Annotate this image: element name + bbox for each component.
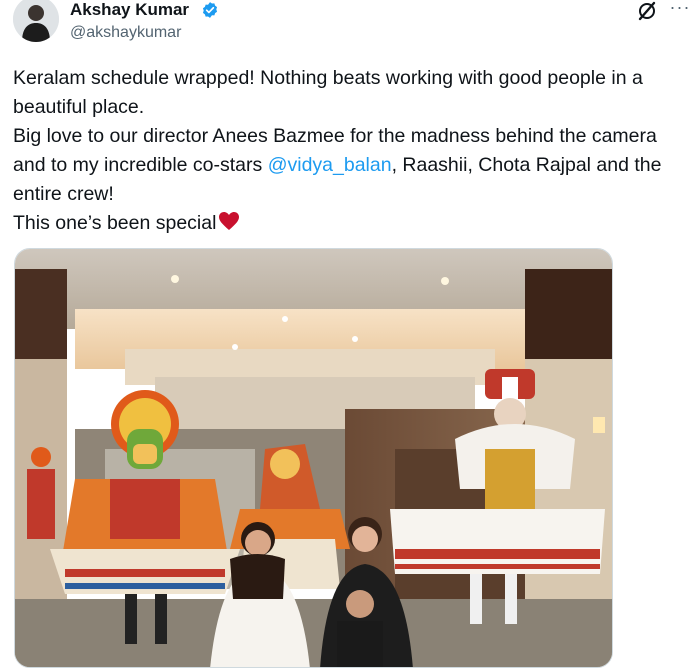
tweet-line-3-text: This one’s been special	[13, 212, 217, 234]
more-icon[interactable]: ···	[667, 0, 693, 20]
tweet-line-2: Big love to our director Anees Bazmee fo…	[13, 122, 693, 209]
verified-badge-icon	[201, 1, 219, 19]
tweet-photo[interactable]	[14, 248, 613, 668]
mention-link[interactable]: @vidya_balan	[268, 154, 392, 176]
tweet-line-3: This one’s been special	[13, 209, 693, 240]
tweet-header: Akshay Kumar @akshaykumar ···	[0, 0, 700, 56]
tweet-line-1: Keralam schedule wrapped! Nothing beats …	[13, 67, 643, 118]
red-heart-icon	[218, 211, 240, 240]
tweet-text: Keralam schedule wrapped! Nothing beats …	[13, 64, 693, 240]
author-handle[interactable]: @akshaykumar	[70, 23, 181, 43]
avatar[interactable]	[13, 0, 59, 42]
display-name[interactable]: Akshay Kumar	[70, 0, 189, 20]
grok-icon[interactable]	[637, 1, 657, 21]
